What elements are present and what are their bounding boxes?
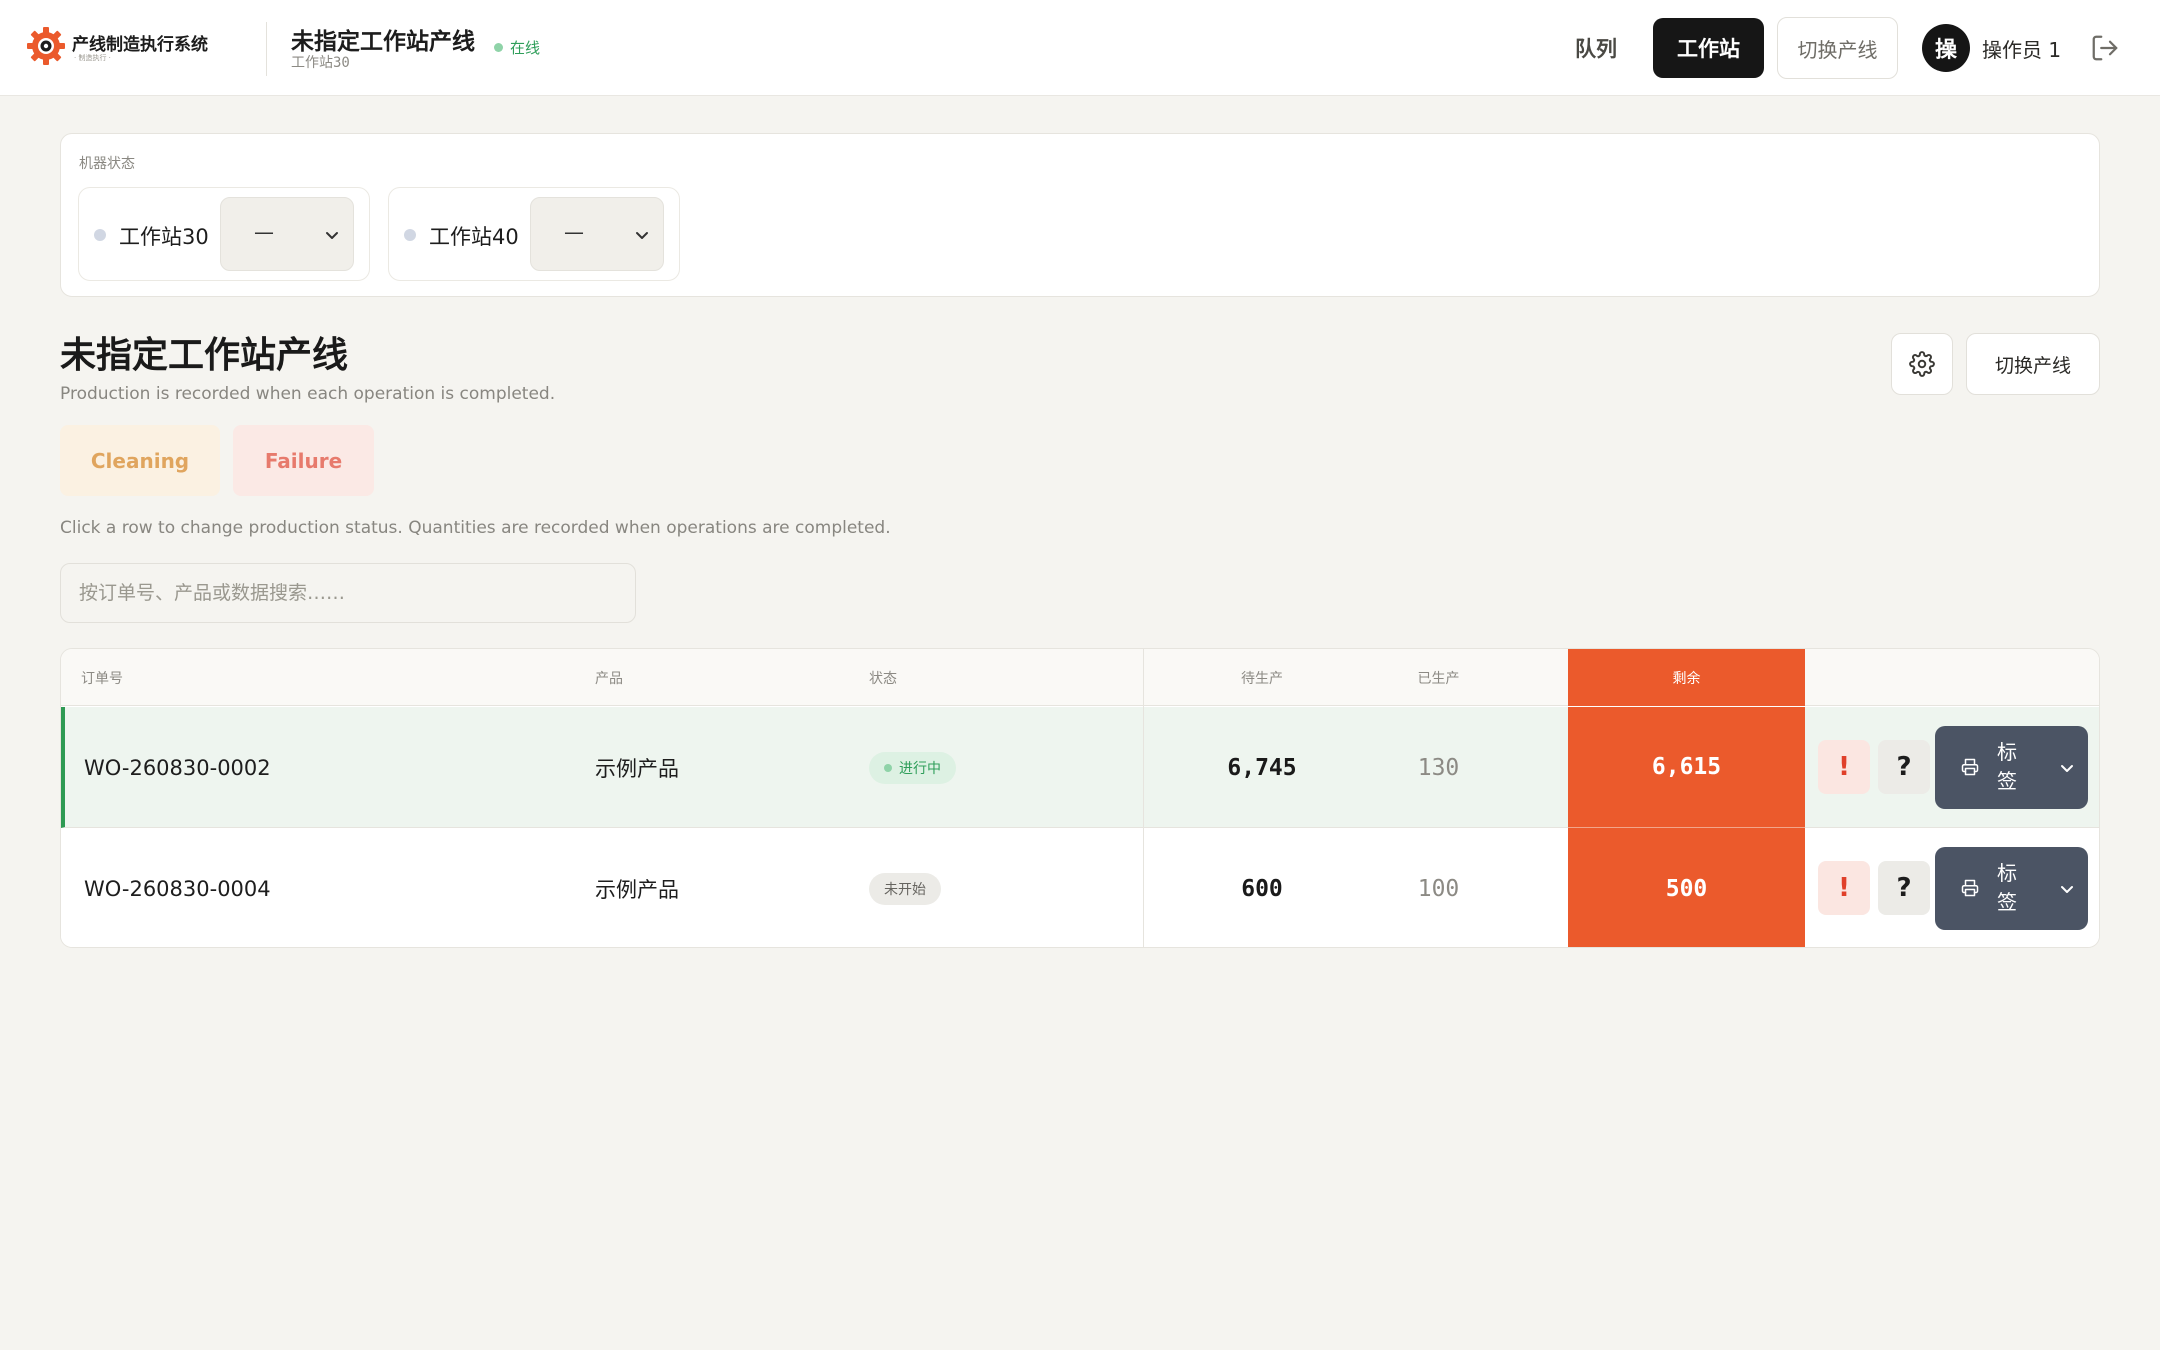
line-title: 未指定工作站产线 [291,29,475,55]
status-cell: 未开始 [869,828,941,947]
station-state-select[interactable]: — [530,197,664,271]
brand-name: 产线制造执行系统 [72,35,208,55]
remaining-quantity: 500 [1568,828,1805,947]
column-header-produced: 已生产 [1417,670,1460,687]
page-title: 未指定工作站产线 [60,335,349,376]
current-station: 工作站30 [291,55,350,71]
pending-quantity: 600 [1241,875,1283,902]
station-name: 工作站40 [429,225,519,249]
header-divider [266,22,267,76]
online-dot-icon [494,43,503,52]
report-issue-button[interactable]: ! [1818,740,1870,794]
column-divider [1143,649,1144,947]
print-label-button[interactable]: 标签 [1935,726,2088,809]
online-label: 在线 [510,39,541,57]
status-dot-icon [884,763,892,772]
nav-station-tab[interactable]: 工作站 [1653,18,1764,78]
column-header-order: 订单号 [81,670,123,687]
switch-line-button[interactable]: 切换产线 [1966,333,2100,395]
gear-icon [1909,351,1935,377]
print-label-text: 标签 [1997,740,2017,793]
station-status-box: 工作站30 — [78,187,370,281]
column-header-status: 状态 [869,670,897,687]
nav-switch-line-button[interactable]: 切换产线 [1777,17,1898,79]
brand-subtitle: · 制造执行 · [74,54,111,62]
order-number: WO-260830-0004 [84,876,271,901]
station-status-dot-icon [94,229,106,241]
help-button[interactable]: ? [1878,861,1930,915]
product-name: 示例产品 [595,877,679,902]
table-header: 订单号 产品 状态 待生产 已生产 剩余 [61,649,2099,706]
column-header-pending: 待生产 [1241,670,1283,687]
station-state-select[interactable]: — [220,197,354,271]
product-name: 示例产品 [595,756,679,781]
table-row[interactable]: WO-260830-0004 示例产品 未开始 600 100 500 ! ? … [61,828,2099,947]
gear-logo-icon [27,27,65,65]
status-badge-label: 未开始 [884,881,926,898]
station-status-box: 工作站40 — [388,187,680,281]
chevron-down-icon[interactable] [2060,882,2074,896]
column-header-product: 产品 [595,670,623,687]
produced-quantity: 130 [1417,754,1460,781]
cleaning-button[interactable]: Cleaning [60,425,220,496]
order-number: WO-260830-0002 [84,755,271,780]
search-input[interactable] [60,563,636,623]
machine-status-card: 机器状态 工作站30 — 工作站40 — [60,133,2100,297]
column-header-remaining: 剩余 [1568,649,1805,706]
report-issue-button[interactable]: ! [1818,861,1870,915]
machine-status-label: 机器状态 [79,156,135,172]
remaining-quantity: 6,615 [1568,707,1805,828]
printer-icon [1961,879,1979,897]
station-state-value: — [564,220,584,244]
station-state-value: — [254,220,274,244]
logout-icon[interactable] [2090,33,2120,63]
table-row[interactable]: WO-260830-0002 示例产品 进行中 6,745 130 6,615 … [61,707,2099,828]
status-badge-label: 进行中 [899,760,941,777]
help-button[interactable]: ? [1878,740,1930,794]
status-badge: 进行中 [869,751,956,784]
settings-button[interactable] [1891,333,1953,395]
status-badge: 未开始 [869,872,941,905]
top-bar: 产线制造执行系统 · 制造执行 · 未指定工作站产线 工作站30 在线 队列 工… [0,0,2160,96]
chevron-down-icon[interactable] [2060,761,2074,775]
operator-name[interactable]: 操作员 1 [1982,34,2061,63]
station-name: 工作站30 [119,225,209,249]
print-label-button[interactable]: 标签 [1935,847,2088,930]
station-status-dot-icon [404,229,416,241]
orders-table: 订单号 产品 状态 待生产 已生产 剩余 WO-260830-0002 示例产品… [60,648,2100,948]
produced-quantity: 100 [1417,875,1460,902]
chevron-down-icon [326,232,338,239]
status-cell: 进行中 [869,707,956,828]
print-label-text: 标签 [1997,861,2017,914]
chevron-down-icon [636,232,648,239]
nav-queue-tab[interactable]: 队列 [1560,18,1632,78]
table-hint: Click a row to change production status.… [60,518,891,538]
pending-quantity: 6,745 [1227,754,1297,781]
online-status: 在线 [494,37,540,58]
failure-button[interactable]: Failure [233,425,374,496]
avatar[interactable]: 操 [1922,24,1970,72]
printer-icon [1961,758,1979,776]
page-subtitle: Production is recorded when each operati… [60,384,556,404]
